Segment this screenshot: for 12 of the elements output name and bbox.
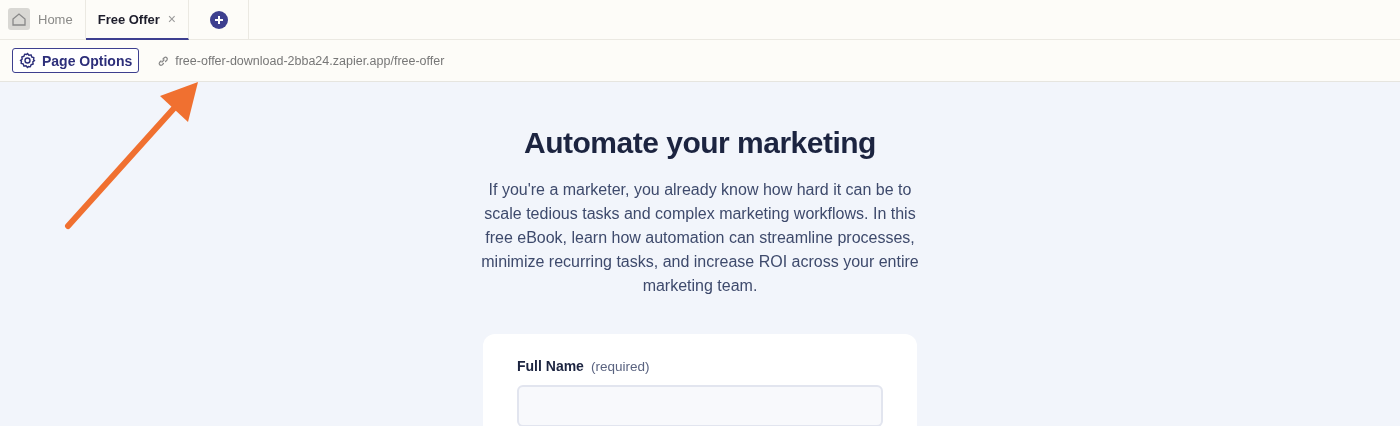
link-icon xyxy=(157,54,170,67)
home-icon xyxy=(8,8,30,30)
close-icon[interactable]: × xyxy=(167,11,176,27)
field-label: Full Name xyxy=(517,358,584,374)
add-tab-icon[interactable] xyxy=(209,10,228,29)
settings-icon xyxy=(19,52,36,69)
intro-paragraph: If you're a marketer, you already know how hard it can be to scale tedious tasks and complex marketing workflows. In this free eBook, learn how automation can streamline processes, minimize recurring tasks, and increase ROI across your entire marketing team. xyxy=(480,180,920,296)
full-name-field[interactable] xyxy=(517,385,883,426)
page-heading: Automate your marketing xyxy=(524,126,876,160)
required-note: (required) xyxy=(590,359,650,374)
page-url-link[interactable]: free-offer-download-2bba24.zapier.app/free-offer xyxy=(175,53,445,68)
page-options-button[interactable]: Page Options xyxy=(12,48,140,73)
